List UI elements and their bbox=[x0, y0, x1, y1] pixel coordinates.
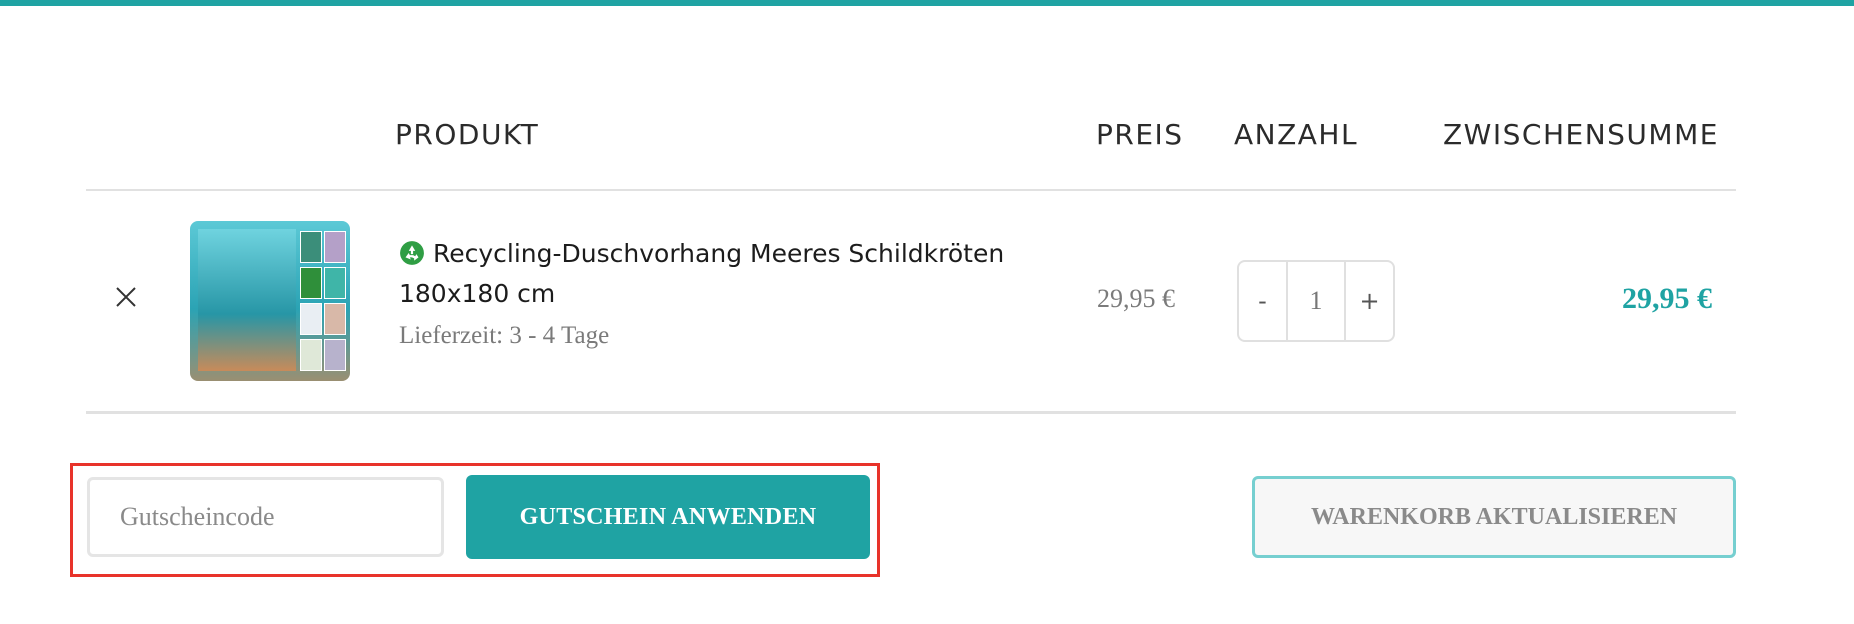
quantity-value[interactable]: 1 bbox=[1286, 262, 1346, 340]
line-subtotal: 29,95 € bbox=[1622, 282, 1712, 315]
quantity-stepper: - 1 + bbox=[1237, 260, 1395, 342]
column-header-quantity: ANZAHL bbox=[1234, 118, 1359, 151]
close-icon bbox=[116, 287, 136, 307]
update-cart-button[interactable]: WARENKORB AKTUALISIEREN bbox=[1252, 476, 1736, 558]
top-accent-bar bbox=[0, 0, 1854, 6]
coupon-code-input[interactable] bbox=[87, 477, 444, 557]
column-header-subtotal: ZWISCHENSUMME bbox=[1443, 118, 1719, 151]
product-thumbnail[interactable] bbox=[190, 221, 350, 381]
quantity-increment-button[interactable]: + bbox=[1346, 262, 1393, 340]
product-name-text: Recycling-Duschvorhang Meeres Schildkröt… bbox=[399, 239, 1005, 308]
column-header-product: PRODUKT bbox=[395, 118, 540, 151]
product-name-link[interactable]: Recycling-Duschvorhang Meeres Schildkröt… bbox=[399, 234, 1019, 314]
remove-item-button[interactable] bbox=[114, 285, 138, 309]
table-divider-bottom bbox=[86, 411, 1736, 414]
quantity-decrement-button[interactable]: - bbox=[1239, 262, 1286, 340]
delivery-time: Lieferzeit: 3 - 4 Tage bbox=[399, 322, 610, 349]
column-header-price: PREIS bbox=[1096, 118, 1184, 151]
apply-coupon-button[interactable]: GUTSCHEIN ANWENDEN bbox=[466, 475, 870, 559]
unit-price: 29,95 € bbox=[1097, 284, 1175, 313]
table-divider-top bbox=[86, 189, 1736, 191]
recycle-icon bbox=[400, 241, 424, 265]
